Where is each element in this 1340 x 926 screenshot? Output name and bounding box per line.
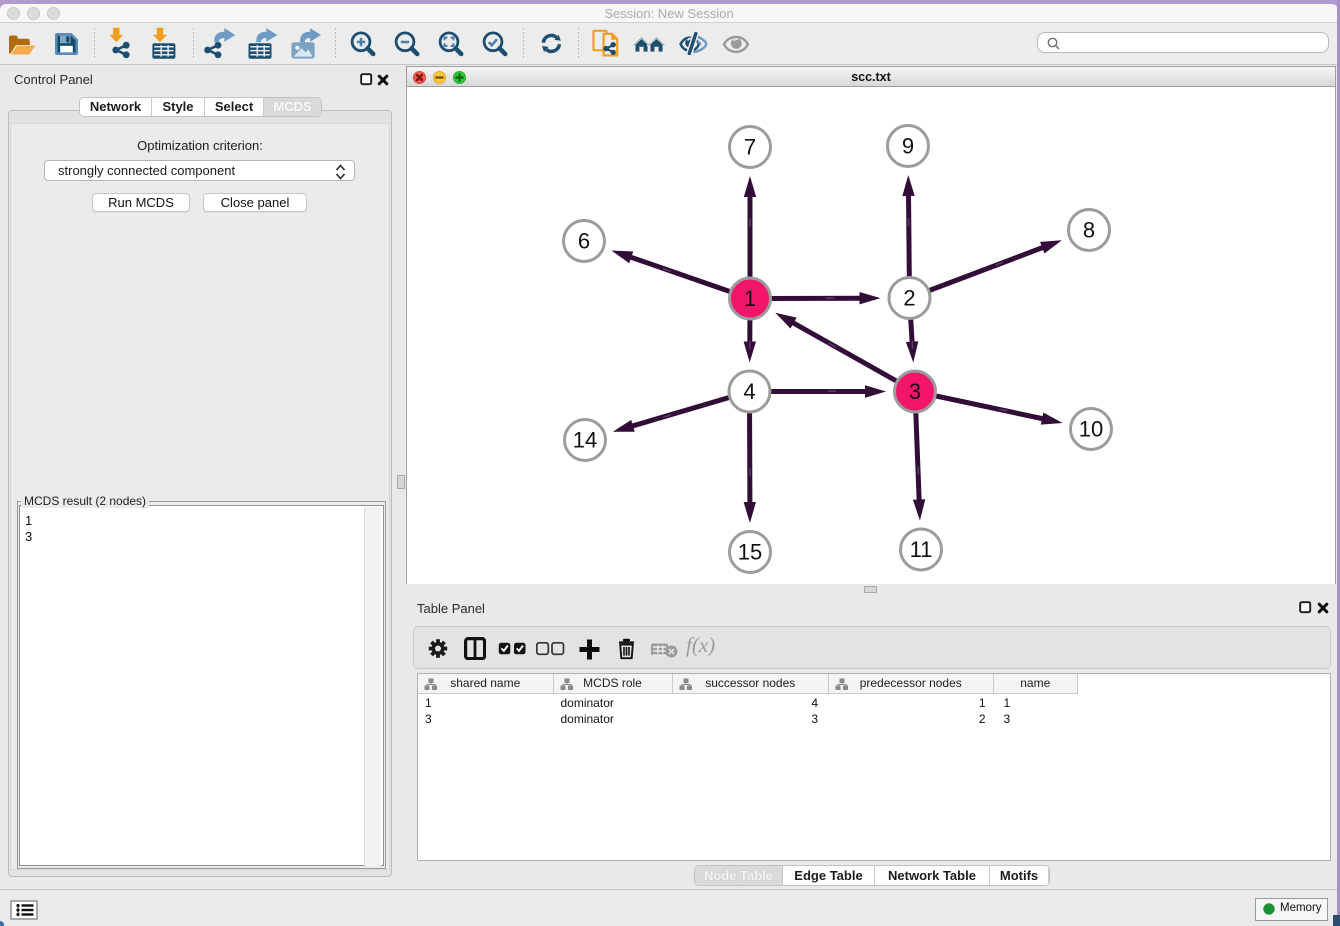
svg-text:10: 10: [1079, 417, 1103, 442]
svg-text:4: 4: [743, 379, 755, 404]
svg-text:2: 2: [903, 286, 915, 311]
svg-text:8: 8: [1083, 218, 1095, 243]
svg-text:6: 6: [578, 229, 590, 254]
svg-text:14: 14: [573, 428, 597, 453]
svg-text:11: 11: [910, 537, 933, 562]
svg-text:7: 7: [744, 135, 756, 160]
svg-text:3: 3: [909, 379, 921, 404]
svg-text:9: 9: [902, 134, 914, 159]
svg-text:1: 1: [744, 286, 756, 311]
svg-text:15: 15: [738, 540, 762, 565]
